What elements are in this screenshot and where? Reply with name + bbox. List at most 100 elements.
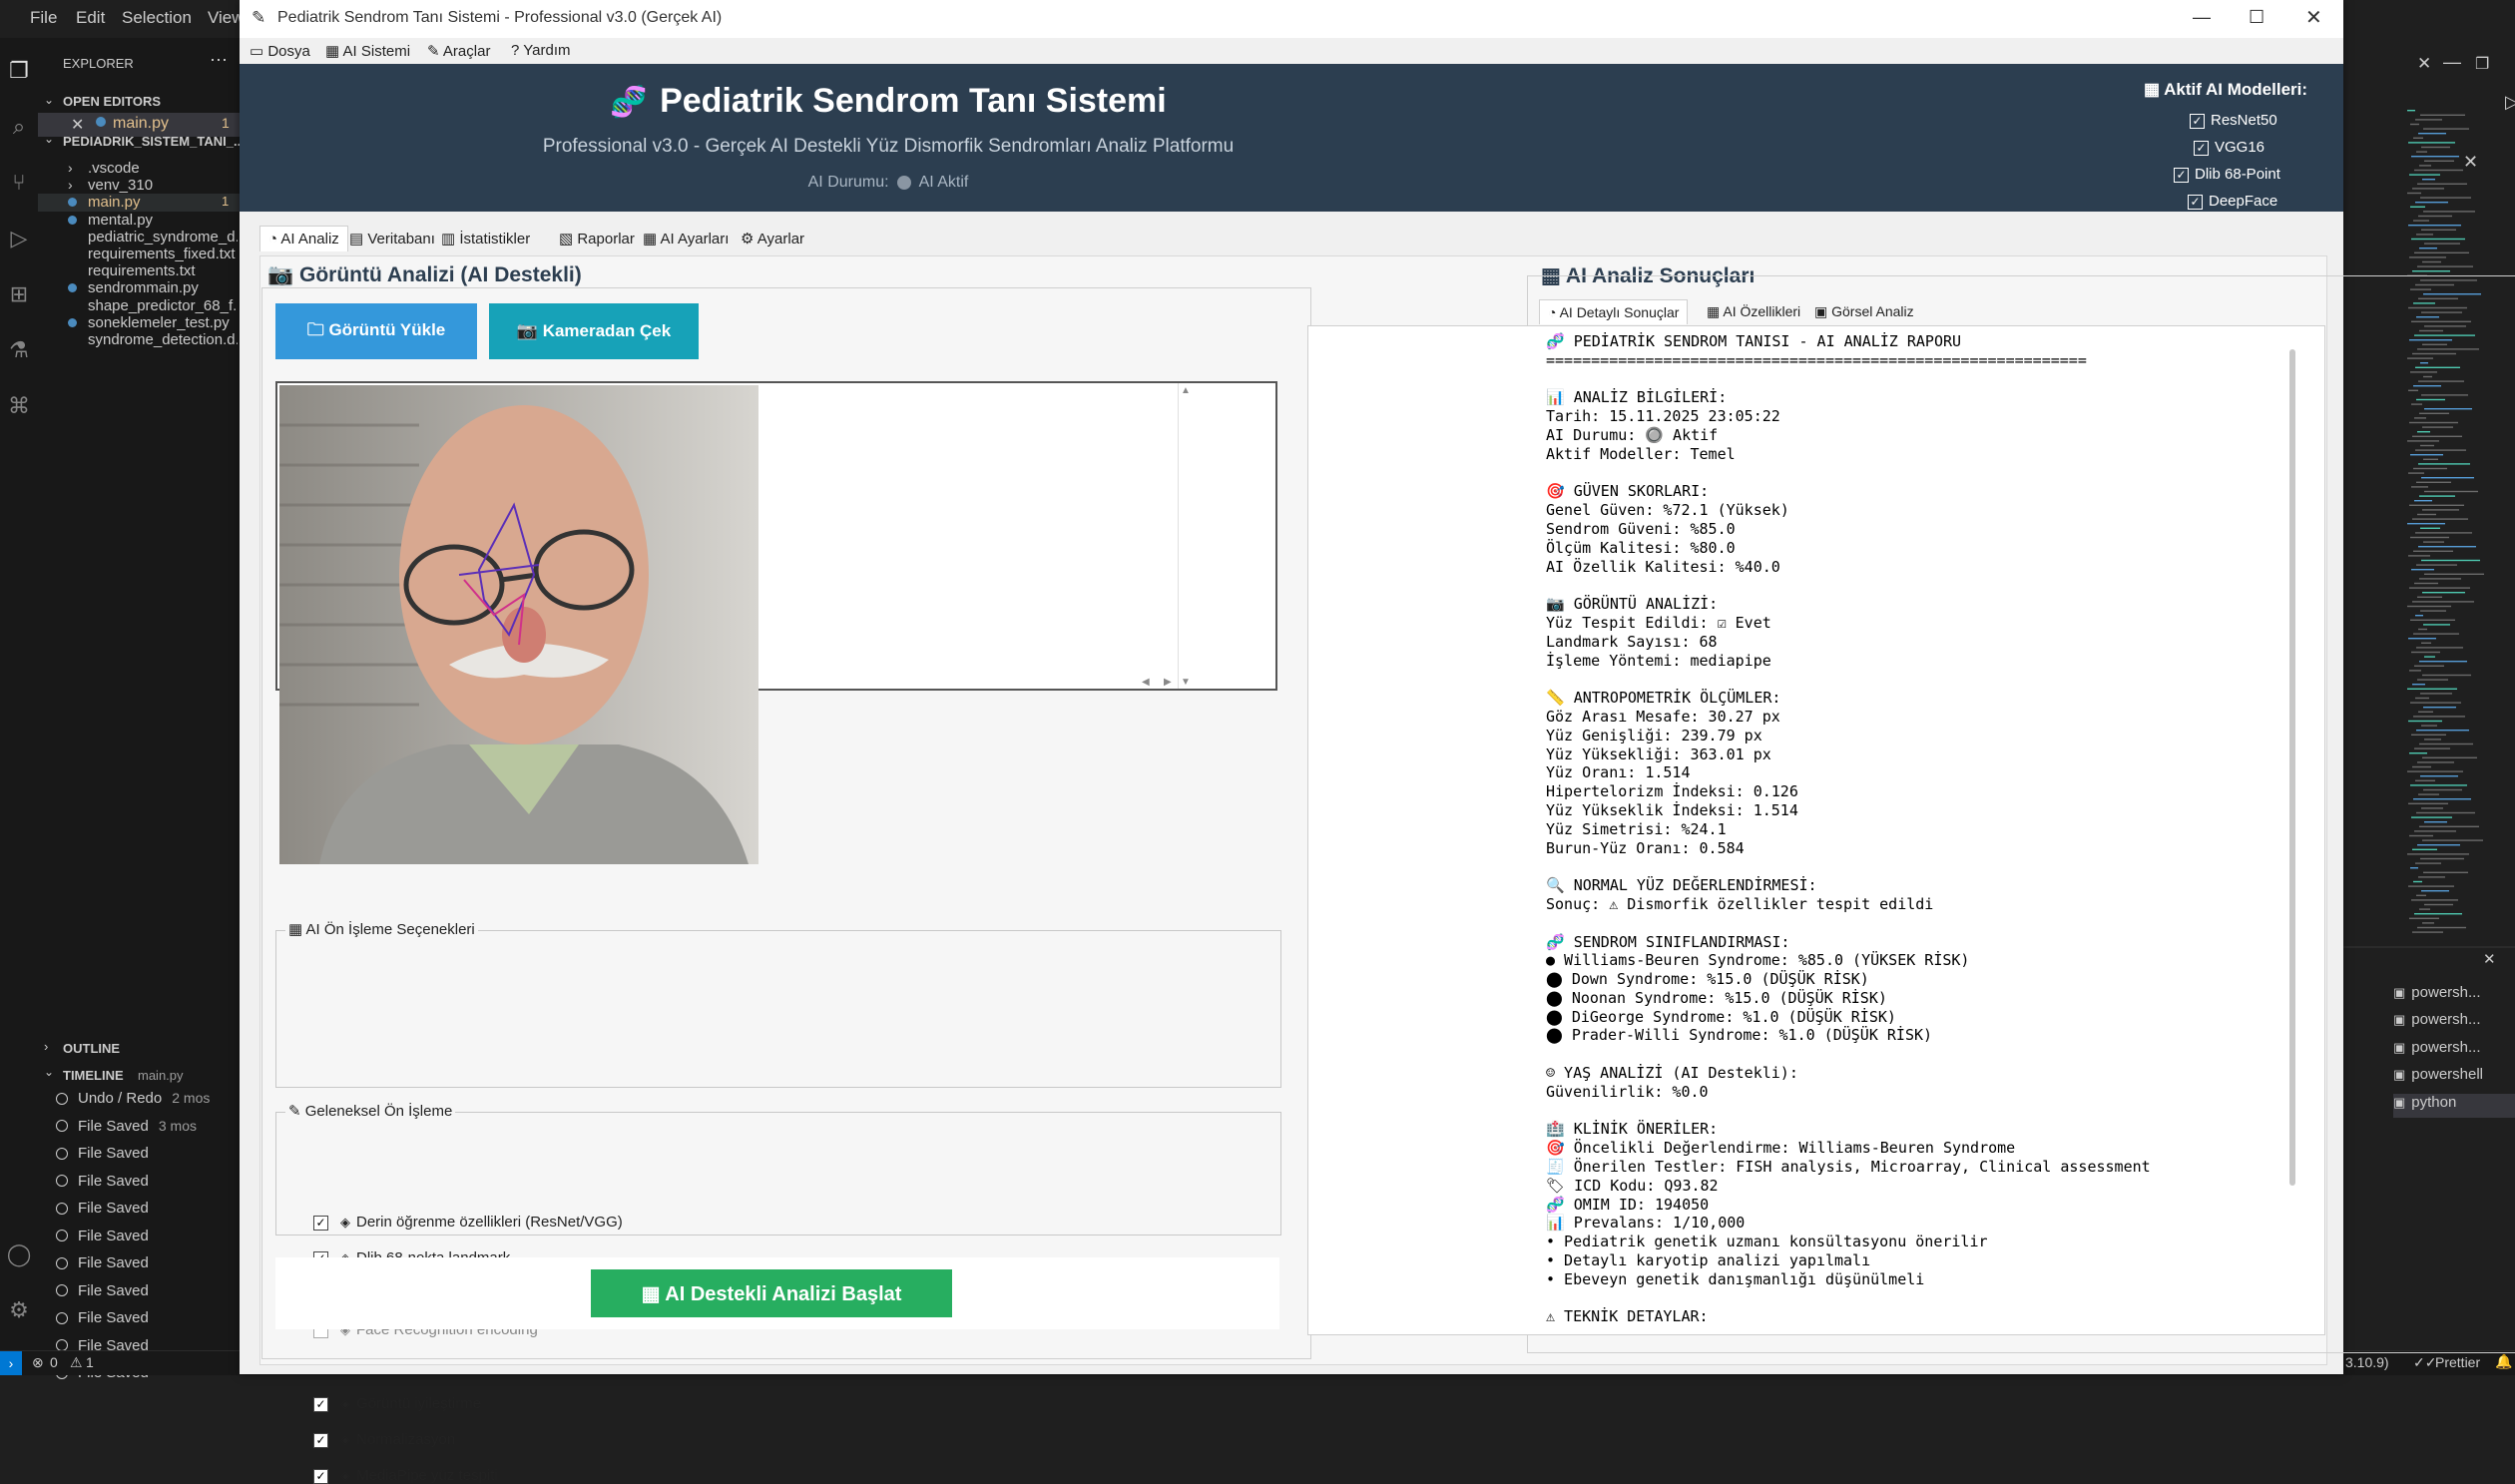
- file-tree-item[interactable]: pediatric_syndrome_d...: [38, 229, 242, 247]
- errors-count[interactable]: 0: [50, 1354, 58, 1370]
- run-debug-icon[interactable]: ▷: [0, 220, 38, 257]
- minimize-window-button[interactable]: —: [2193, 7, 2211, 28]
- search-icon[interactable]: ⌕: [0, 108, 38, 146]
- timeline-item[interactable]: File Saved: [56, 1282, 242, 1300]
- account-icon[interactable]: ◯: [0, 1236, 38, 1273]
- minimize-icon[interactable]: —: [2443, 52, 2461, 73]
- tab-ayarlar[interactable]: ⚙ Ayarlar: [741, 230, 804, 247]
- timeline-item[interactable]: File Saved: [56, 1173, 242, 1191]
- project-folder-title[interactable]: PEDIADRIK_SISTEM_TANI_...: [63, 134, 245, 149]
- tab-raporlar[interactable]: ▧ Raporlar: [559, 230, 635, 247]
- timeline-item[interactable]: Undo / Redo 2 mos: [56, 1090, 242, 1108]
- vertical-scrollbar[interactable]: ▲ ▼: [1178, 383, 1195, 689]
- more-actions-icon[interactable]: ⋯: [210, 50, 228, 71]
- vscode-menu-selection[interactable]: Selection: [122, 8, 192, 28]
- report-line: Tarih: 15.11.2025 23:05:22: [1546, 407, 1780, 426]
- python-icon[interactable]: ⌘: [0, 387, 38, 425]
- scroll-up-icon[interactable]: ▲: [1181, 385, 1191, 396]
- subtab-ai-features[interactable]: ▦ AI Özellikleri: [1707, 303, 1800, 320]
- scroll-down-icon[interactable]: ▼: [1181, 677, 1191, 688]
- timeline-title[interactable]: TIMELINE: [63, 1068, 124, 1083]
- option-checked[interactable]: ✓ ◈ Görüntü iyileştirme: [313, 1395, 481, 1412]
- image-canvas[interactable]: ▲ ▼ ▶ ◀: [275, 381, 1277, 864]
- circle-icon: [56, 1256, 68, 1269]
- subtab-visual-analysis[interactable]: ▣ Görsel Analiz: [1814, 303, 1914, 320]
- tab-ai-analiz[interactable]: ◔ AI Analiz: [259, 226, 348, 251]
- timeline-item[interactable]: File Saved: [56, 1228, 242, 1245]
- warnings-count[interactable]: 1: [86, 1354, 94, 1370]
- timeline-item[interactable]: File Saved: [56, 1200, 242, 1218]
- camera-icon: 📷: [267, 263, 299, 286]
- timeline-item[interactable]: File Saved: [56, 1254, 242, 1272]
- manage-gear-icon[interactable]: ⚙: [0, 1291, 38, 1329]
- subtab-detailed-results[interactable]: ◔ AI Detaylı Sonuçlar: [1539, 299, 1689, 324]
- close-icon[interactable]: ✕: [71, 115, 84, 135]
- option-checked[interactable]: ✓ ◈ MediaPipe yüz tespiti: [313, 1467, 498, 1484]
- active-model-item: ✓ ResNet50: [2190, 112, 2329, 129]
- python-version[interactable]: 3.10.9): [2345, 1354, 2389, 1370]
- tab-ai-ayarlari[interactable]: ▦ AI Ayarları: [643, 230, 729, 247]
- menu-ai-sistemi[interactable]: ▦ AI Sistemi: [325, 42, 410, 60]
- remote-icon[interactable]: ›: [0, 1351, 22, 1375]
- file-tree-item[interactable]: › venv_310: [38, 177, 242, 195]
- errors-icon[interactable]: ⊗: [32, 1354, 44, 1371]
- open-editors-title[interactable]: OPEN EDITORS: [63, 94, 161, 109]
- file-tree-item[interactable]: main.py 1: [38, 194, 242, 213]
- timeline-item[interactable]: File Saved 3 mos: [56, 1118, 242, 1136]
- timeline-label: File Saved: [78, 1145, 149, 1162]
- file-tree-item[interactable]: requirements.txt: [38, 262, 242, 280]
- file-tree-item[interactable]: › .vscode: [38, 160, 242, 178]
- file-tree-item[interactable]: syndrome_detection.d...: [38, 331, 242, 349]
- camera-capture-button[interactable]: 📷 Kameradan Çek: [489, 303, 699, 359]
- restore-icon[interactable]: ❐: [2475, 54, 2489, 74]
- menu-dosya[interactable]: ▭ Dosya: [250, 42, 310, 60]
- chevron-down-icon[interactable]: ⌄: [44, 1065, 54, 1079]
- menu-yardim-label: Yardım: [523, 42, 571, 59]
- chevron-right-icon[interactable]: ›: [68, 160, 73, 176]
- close-icon[interactable]: ✕: [2417, 54, 2431, 74]
- outline-title[interactable]: OUTLINE: [63, 1041, 120, 1056]
- close-window-button[interactable]: ✕: [2305, 5, 2322, 30]
- warning-icon[interactable]: ⚠: [70, 1354, 83, 1371]
- chevron-right-icon[interactable]: ›: [44, 1039, 48, 1054]
- file-tree-item[interactable]: soneklemeler_test.py: [38, 314, 242, 332]
- chevron-down-icon[interactable]: ⌄: [44, 132, 54, 146]
- scroll-left-icon[interactable]: ◀: [1142, 677, 1150, 688]
- timeline-item[interactable]: File Saved: [56, 1145, 242, 1163]
- bell-icon[interactable]: 🔔: [2495, 1353, 2512, 1370]
- file-tree-item[interactable]: sendrommain.py: [38, 279, 242, 297]
- chevron-right-icon[interactable]: ›: [68, 177, 73, 193]
- minimap-line: [2411, 238, 2465, 241]
- prettier-status[interactable]: Prettier: [2435, 1354, 2480, 1370]
- wrench-icon: ✎: [288, 1103, 305, 1120]
- explorer-icon[interactable]: ❐: [0, 52, 38, 90]
- timeline-item[interactable]: File Saved: [56, 1309, 242, 1327]
- option-checked[interactable]: ✓ ◈ Normalizasyon: [313, 1431, 455, 1448]
- vscode-menu-edit[interactable]: Edit: [76, 8, 105, 28]
- start-ai-analysis-button[interactable]: ▦ AI Destekli Analizi Başlat: [591, 1269, 952, 1317]
- file-tree-label: venv_310: [88, 177, 154, 195]
- checkbox-checked-icon[interactable]: ✓: [313, 1396, 328, 1412]
- scroll-right-icon[interactable]: ▶: [1164, 677, 1172, 688]
- sparkle-icon: ◈: [340, 1396, 350, 1411]
- upload-image-button[interactable]: 🗀 Görüntü Yükle: [275, 303, 477, 359]
- chevron-down-icon[interactable]: ⌄: [44, 93, 54, 107]
- source-control-icon[interactable]: ⑂: [0, 164, 38, 202]
- vscode-menu-file[interactable]: File: [30, 8, 57, 28]
- file-tree-item[interactable]: mental.py: [38, 212, 242, 230]
- testing-icon[interactable]: ⚗: [0, 331, 38, 369]
- maximize-window-button[interactable]: ☐: [2249, 7, 2264, 28]
- tab-veritabani[interactable]: ▤ Veritabanı: [349, 230, 435, 247]
- file-tree-item[interactable]: requirements_fixed.txt: [38, 246, 242, 263]
- report-text-area[interactable]: 🧬 PEDİATRİK SENDROM TANISI - AI ANALİZ R…: [1307, 325, 2325, 1335]
- checkbox-checked-icon[interactable]: ✓: [313, 1468, 328, 1484]
- tab-ayarlar-label: Ayarlar: [756, 231, 805, 247]
- report-scrollbar-thumb[interactable]: [2289, 349, 2295, 1186]
- menu-araclar[interactable]: ✎ Araçlar: [427, 42, 490, 60]
- report-line: AI Durumu: 🔘 Aktif: [1546, 425, 1719, 444]
- extensions-icon[interactable]: ⊞: [0, 275, 38, 313]
- checkbox-checked-icon[interactable]: ✓: [313, 1432, 328, 1448]
- file-tree-item[interactable]: shape_predictor_68_f...: [38, 297, 242, 315]
- menu-yardim[interactable]: ? Yardım: [511, 42, 570, 59]
- tab-istatistikler[interactable]: ▥ İstatistikler: [441, 230, 530, 247]
